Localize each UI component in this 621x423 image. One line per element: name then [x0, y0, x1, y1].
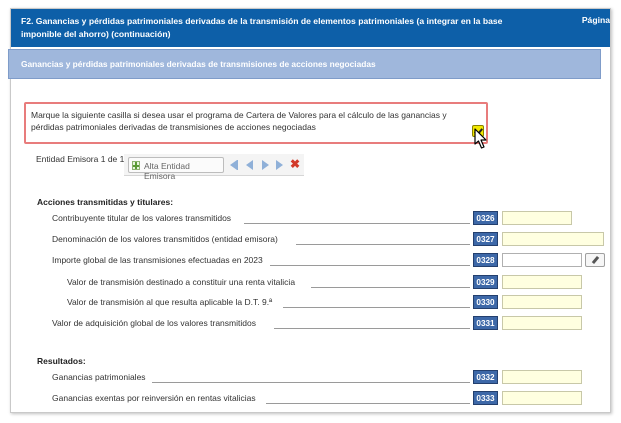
field-label: Importe global de las transmisiones efec… — [52, 255, 263, 265]
field-row-0329: Valor de transmisión destinado a constit… — [67, 275, 607, 289]
field-label: Valor de transmisión destinado a constit… — [67, 277, 296, 287]
field-label: Ganancias exentas por reinversión en ren… — [52, 393, 256, 403]
box-code: 0328 — [473, 253, 498, 267]
first-record-icon[interactable] — [230, 160, 238, 170]
page-label: Página — [581, 15, 610, 25]
mouse-cursor-icon — [474, 128, 487, 149]
box-code: 0326 — [473, 211, 498, 225]
field-row-0328: Importe global de las transmisiones efec… — [52, 253, 607, 267]
alta-entidad-emisora-label: Alta Entidad Emisora — [144, 161, 190, 181]
field-label: Contribuyente titular de los valores tra… — [52, 213, 232, 223]
field-label: Valor de transmisión al que resulta apli… — [67, 297, 273, 307]
cartera-valores-notice: Marque la siguiente casilla si desea usa… — [24, 102, 488, 144]
form-title: F2. Ganancias y pérdidas patrimoniales d… — [21, 16, 503, 39]
leader-line — [311, 287, 470, 288]
acciones-section-title: Acciones transmitidas y titulares: — [37, 197, 174, 207]
box-code: 0331 — [473, 316, 498, 330]
previous-record-icon[interactable] — [246, 160, 253, 170]
leader-line — [283, 307, 470, 308]
leader-line — [244, 223, 470, 224]
box-code: 0330 — [473, 295, 498, 309]
field-label: Valor de adquisición global de los valor… — [52, 318, 256, 328]
next-record-icon[interactable] — [262, 160, 269, 170]
leader-line — [274, 328, 470, 329]
field-0327-input[interactable] — [502, 232, 604, 246]
alta-entidad-emisora-button[interactable]: Alta Entidad Emisora — [128, 157, 224, 181]
notice-text: Marque la siguiente casilla si desea usa… — [31, 110, 447, 132]
field-0332-input[interactable] — [502, 370, 582, 384]
field-row-0333: Ganancias exentas por reinversión en ren… — [52, 391, 607, 405]
add-icon — [132, 161, 140, 170]
form-header: F2. Ganancias y pérdidas patrimoniales d… — [11, 9, 610, 47]
field-label: Denominación de los valores transmitidos… — [52, 234, 278, 244]
field-0329-input[interactable] — [502, 275, 582, 289]
section-header: Ganancias y pérdidas patrimoniales deriv… — [8, 49, 601, 79]
field-row-0330: Valor de transmisión al que resulta apli… — [67, 295, 607, 309]
leader-line — [296, 244, 470, 245]
emisora-toolbar: Alta Entidad Emisora ✖ — [124, 154, 304, 181]
field-0330-input[interactable] — [502, 295, 582, 309]
field-row-0327: Denominación de los valores transmitidos… — [52, 232, 607, 246]
field-0326-input[interactable] — [502, 211, 572, 225]
field-0331-input[interactable] — [502, 316, 582, 330]
box-code: 0329 — [473, 275, 498, 289]
box-code: 0327 — [473, 232, 498, 246]
box-code: 0332 — [473, 370, 498, 384]
entidad-emisora-counter: Entidad Emisora 1 de 1 — [36, 154, 125, 164]
leader-line — [270, 265, 470, 266]
section-title: Ganancias y pérdidas patrimoniales deriv… — [21, 59, 376, 69]
field-row-0332: Ganancias patrimoniales 0332 — [52, 370, 607, 384]
field-label: Ganancias patrimoniales — [52, 372, 146, 382]
leader-line — [152, 382, 470, 383]
field-row-0326: Contribuyente titular de los valores tra… — [52, 211, 607, 225]
last-record-icon[interactable] — [276, 160, 283, 170]
leader-line — [266, 403, 470, 404]
delete-icon[interactable]: ✖ — [290, 157, 300, 171]
edit-pencil-icon[interactable] — [585, 253, 605, 267]
resultados-section-title: Resultados: — [37, 356, 86, 366]
field-row-0331: Valor de adquisición global de los valor… — [52, 316, 607, 330]
field-0328-input[interactable] — [502, 253, 582, 267]
box-code: 0333 — [473, 391, 498, 405]
field-0333-input[interactable] — [502, 391, 582, 405]
